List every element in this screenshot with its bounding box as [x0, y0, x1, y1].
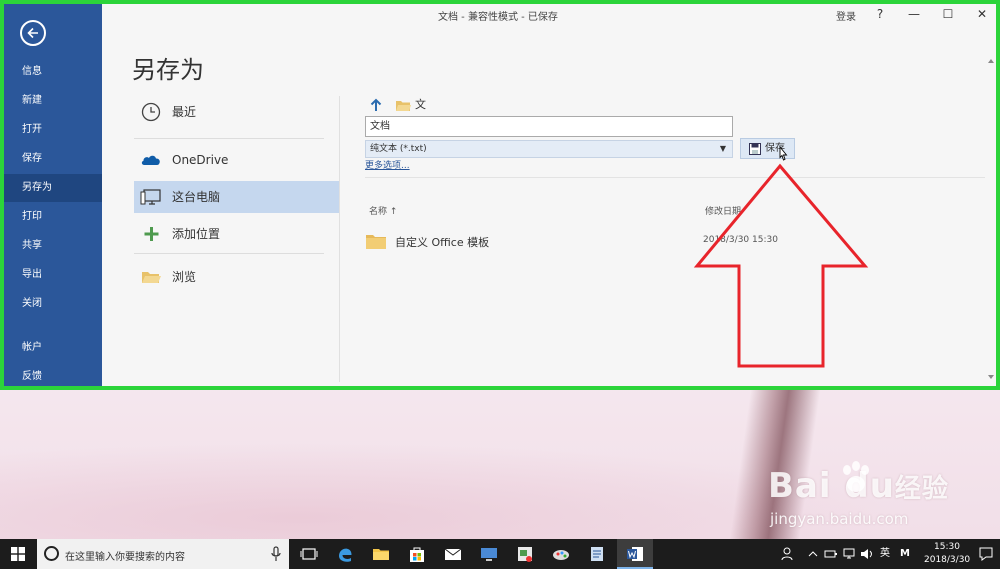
place-add-location[interactable]: 添加位置	[134, 218, 339, 250]
taskbar-file-explorer[interactable]	[363, 539, 399, 569]
start-button[interactable]	[0, 539, 36, 569]
taskbar-app-photo[interactable]	[507, 539, 543, 569]
edge-icon	[339, 548, 352, 562]
microphone-icon[interactable]	[271, 546, 281, 562]
back-arrow-icon	[27, 27, 38, 39]
watermark-url: jingyan.baidu.com	[770, 510, 909, 528]
folder-icon	[366, 235, 386, 249]
place-recent[interactable]: 最近	[134, 96, 339, 128]
close-button[interactable]: ✕	[970, 4, 994, 24]
cloud-icon	[141, 155, 160, 165]
nav-save[interactable]: 保存	[4, 145, 102, 173]
divider	[134, 138, 324, 139]
clock-icon	[141, 102, 161, 122]
file-explorer-icon	[373, 549, 389, 560]
nav-save-as[interactable]: 另存为	[4, 174, 102, 202]
windows-logo-icon	[11, 547, 25, 561]
filename-input[interactable]: 文档	[365, 116, 733, 137]
file-name: 自定义 Office 模板	[395, 236, 490, 249]
cortana-icon	[44, 546, 59, 561]
taskbar: 在这里输入你要搜索的内容 英 M 15:30 2018/3/30	[0, 539, 1000, 569]
backstage-nav: 信息 新建 打开 保存 另存为 打印 共享 导出 关闭 帐户 反馈	[4, 4, 102, 386]
taskbar-app-monitor[interactable]	[471, 539, 507, 569]
place-label: 浏览	[172, 270, 197, 284]
clock-time: 15:30	[934, 542, 960, 552]
nav-feedback[interactable]: 反馈	[4, 363, 102, 391]
place-this-pc[interactable]: 这台电脑	[134, 181, 339, 213]
scrollbar[interactable]	[986, 50, 996, 386]
help-button[interactable]: ?	[868, 4, 892, 24]
battery-icon[interactable]	[824, 548, 838, 560]
nav-open[interactable]: 打开	[4, 116, 102, 144]
taskbar-app-notes[interactable]	[579, 539, 615, 569]
network-icon[interactable]	[842, 548, 856, 560]
task-view-icon	[300, 548, 318, 560]
taskbar-store[interactable]	[399, 539, 435, 569]
nav-export[interactable]: 导出	[4, 261, 102, 289]
taskbar-word[interactable]	[617, 539, 653, 569]
window-title: 文档 - 兼容性模式 - 已保存	[438, 12, 558, 23]
file-list-item[interactable]: 自定义 Office 模板 2018/3/30 15:30	[365, 228, 985, 254]
scroll-down-icon	[988, 375, 994, 379]
computer-icon	[140, 189, 161, 205]
save-disk-icon	[749, 143, 761, 155]
annotation-arrow-icon	[693, 163, 869, 368]
taskbar-mail[interactable]	[435, 539, 471, 569]
place-browse[interactable]: 浏览	[134, 261, 339, 293]
filetype-select[interactable]: 纯文本 (*.txt) ▼	[365, 140, 733, 158]
taskbar-search[interactable]: 在这里输入你要搜索的内容	[37, 539, 289, 569]
up-arrow-icon[interactable]	[369, 98, 383, 112]
place-label: 最近	[172, 105, 197, 119]
word-icon	[627, 547, 643, 561]
login-link[interactable]: 登录	[836, 8, 856, 23]
nav-print[interactable]: 打印	[4, 203, 102, 231]
volume-icon[interactable]	[860, 548, 874, 560]
taskbar-clock[interactable]: 15:30 2018/3/30	[924, 541, 970, 567]
search-placeholder: 在这里输入你要搜索的内容	[65, 552, 185, 563]
filetype-value: 纯文本 (*.txt)	[370, 144, 427, 154]
chevron-up-icon[interactable]	[808, 549, 818, 559]
taskbar-edge[interactable]	[327, 539, 363, 569]
ime-mode[interactable]: M	[900, 539, 910, 569]
paw-icon	[843, 461, 869, 492]
baidu-watermark: Bai du经验 jingyan.baidu.com	[768, 461, 988, 536]
more-options-link[interactable]: 更多选项...	[365, 158, 410, 171]
divider	[365, 177, 985, 178]
monitor-icon	[481, 548, 497, 561]
folder-open-icon	[142, 272, 161, 283]
task-view-button[interactable]	[291, 539, 327, 569]
paint-icon	[553, 550, 569, 560]
plus-icon	[144, 227, 159, 241]
taskbar-app-paint[interactable]	[543, 539, 579, 569]
photo-app-icon	[518, 547, 532, 562]
store-bag-icon	[410, 547, 424, 562]
people-icon[interactable]	[781, 546, 797, 562]
mail-icon	[444, 548, 462, 560]
folder-icon	[396, 101, 411, 111]
nav-close[interactable]: 关闭	[4, 290, 102, 318]
chevron-down-icon: ▼	[719, 144, 726, 153]
place-label: OneDrive	[172, 153, 229, 167]
place-label: 这台电脑	[172, 190, 221, 204]
place-onedrive[interactable]: OneDrive	[134, 144, 339, 176]
column-header-name[interactable]: 名称 ↑	[369, 204, 397, 217]
page-title: 另存为	[132, 56, 204, 84]
nav-info[interactable]: 信息	[4, 58, 102, 86]
divider	[134, 253, 324, 254]
ime-indicator[interactable]: 英	[880, 539, 890, 569]
nav-account[interactable]: 帐户	[4, 334, 102, 362]
notification-icon[interactable]	[978, 546, 994, 562]
notes-icon	[591, 547, 603, 561]
maximize-button[interactable]: ☐	[936, 4, 960, 24]
nav-new[interactable]: 新建	[4, 87, 102, 115]
mouse-cursor-icon	[779, 146, 788, 161]
place-label: 添加位置	[172, 227, 221, 241]
back-button[interactable]	[20, 20, 46, 46]
panel-divider	[339, 96, 340, 382]
minimize-button[interactable]: —	[902, 4, 926, 24]
nav-share[interactable]: 共享	[4, 232, 102, 260]
clock-date: 2018/3/30	[924, 555, 971, 565]
scroll-up-icon	[988, 59, 994, 63]
